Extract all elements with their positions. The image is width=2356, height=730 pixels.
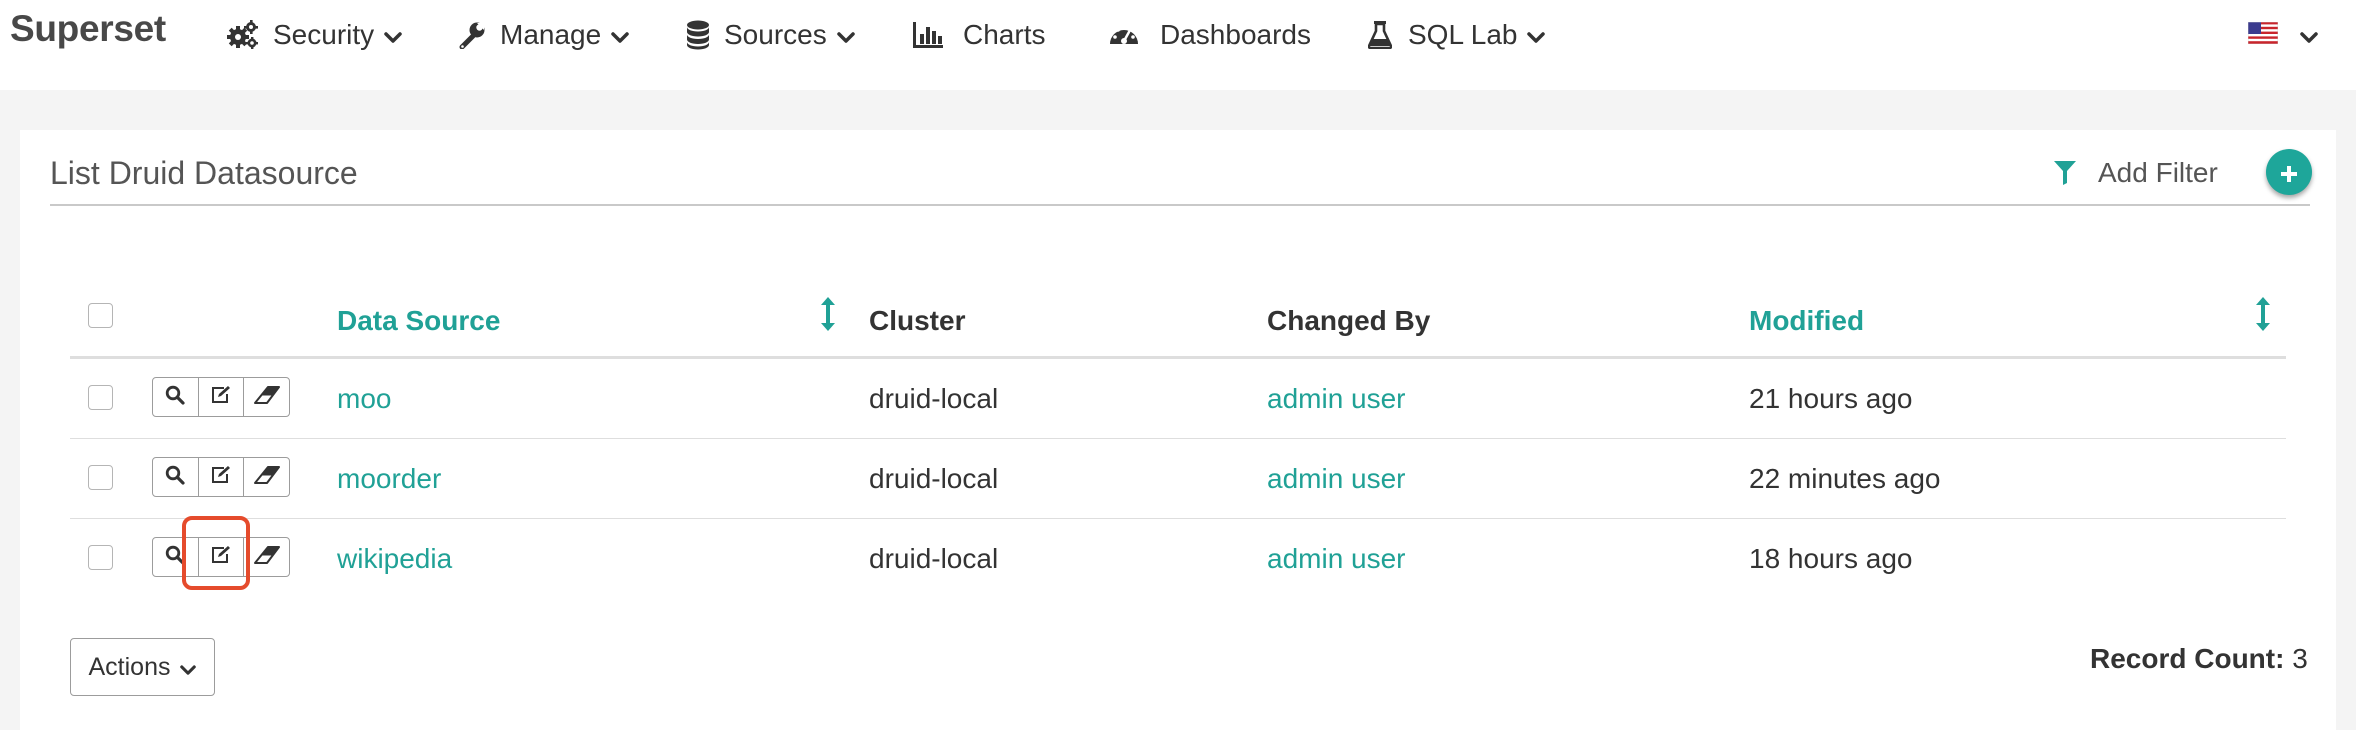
filter-icon <box>2054 161 2076 185</box>
top-navbar: Superset Security Manage Sources Charts … <box>0 0 2356 90</box>
edit-record-button[interactable] <box>199 458 245 496</box>
show-record-button[interactable] <box>153 458 199 496</box>
nav-sources[interactable]: Sources <box>686 17 855 53</box>
nav-manage[interactable]: Manage <box>458 17 629 53</box>
datasource-link[interactable]: wikipedia <box>337 543 452 575</box>
dashboard-gauge-icon <box>1108 22 1140 48</box>
record-count: Record Count: 3 <box>2090 643 2308 675</box>
sort-icon[interactable] <box>2255 297 2271 336</box>
flask-icon <box>1368 21 1392 49</box>
column-header-data-source[interactable]: Data Source <box>337 305 500 337</box>
edit-icon <box>210 545 232 570</box>
delete-record-button[interactable] <box>244 378 289 416</box>
eraser-icon <box>253 465 280 489</box>
delete-record-button[interactable] <box>244 538 289 576</box>
cluster-cell: druid-local <box>869 383 999 414</box>
nav-manage-label: Manage <box>500 19 602 50</box>
edit-icon <box>210 465 232 490</box>
modified-cell: 18 hours ago <box>1749 543 1913 574</box>
row-divider <box>70 438 2286 439</box>
search-icon <box>165 385 185 410</box>
row-divider <box>70 518 2286 519</box>
nav-sql-lab[interactable]: SQL Lab <box>1368 17 1546 53</box>
cluster-cell: druid-local <box>869 463 999 494</box>
row-checkbox[interactable] <box>88 465 113 490</box>
modified-cell: 21 hours ago <box>1749 383 1913 414</box>
add-filter-button[interactable]: Add Filter <box>2054 155 2218 191</box>
row-action-buttons <box>152 377 290 417</box>
changed-by-link[interactable]: admin user <box>1267 463 1406 495</box>
cluster-cell: druid-local <box>869 543 999 574</box>
column-header-changed-by: Changed By <box>1267 305 1431 336</box>
row-checkbox[interactable] <box>88 385 113 410</box>
row-checkbox[interactable] <box>88 545 113 570</box>
edit-record-button[interactable] <box>199 538 245 576</box>
nav-dashboards[interactable]: Dashboards <box>1108 17 1311 53</box>
chevron-down-icon <box>180 664 197 676</box>
search-icon <box>165 545 185 570</box>
table-header-divider <box>70 356 2286 359</box>
nav-sql-lab-label: SQL Lab <box>1408 19 1518 50</box>
nav-dashboards-label: Dashboards <box>1160 19 1311 50</box>
nav-charts[interactable]: Charts <box>913 17 1045 53</box>
eraser-icon <box>253 545 280 569</box>
page-title: List Druid Datasource <box>50 155 358 191</box>
row-action-buttons <box>152 537 290 577</box>
nav-charts-label: Charts <box>963 19 1046 50</box>
chevron-down-icon <box>611 32 629 44</box>
actions-dropdown-button[interactable]: Actions <box>70 638 215 696</box>
modified-cell: 22 minutes ago <box>1749 463 1941 494</box>
title-divider <box>50 204 2310 206</box>
row-action-buttons <box>152 457 290 497</box>
bar-chart-icon <box>913 22 943 48</box>
add-record-button[interactable] <box>2266 149 2312 195</box>
brand-logo[interactable]: Superset <box>10 8 166 50</box>
column-header-modified[interactable]: Modified <box>1749 305 1864 337</box>
list-panel <box>20 130 2336 730</box>
datasource-link[interactable]: moo <box>337 383 391 415</box>
chevron-down-icon <box>836 32 855 44</box>
add-filter-label: Add Filter <box>2098 157 2218 188</box>
show-record-button[interactable] <box>153 538 199 576</box>
datasource-link[interactable]: moorder <box>337 463 441 495</box>
actions-label: Actions <box>88 652 171 681</box>
chevron-down-icon <box>384 32 402 44</box>
changed-by-link[interactable]: admin user <box>1267 383 1406 415</box>
edit-icon <box>210 385 232 410</box>
select-all-checkbox[interactable] <box>88 303 113 328</box>
database-icon <box>686 20 710 50</box>
chevron-down-icon <box>1527 32 1546 44</box>
plus-icon <box>2280 156 2298 188</box>
nav-security-label: Security <box>273 19 375 50</box>
wrench-icon <box>458 21 486 49</box>
us-flag-icon[interactable] <box>2247 21 2279 45</box>
gears-icon <box>227 20 259 50</box>
edit-record-button[interactable] <box>199 378 245 416</box>
sort-icon[interactable] <box>820 297 836 336</box>
changed-by-link[interactable]: admin user <box>1267 543 1406 575</box>
record-count-label: Record Count: <box>2090 643 2285 674</box>
column-header-cluster: Cluster <box>869 305 966 336</box>
record-count-value: 3 <box>2292 643 2308 674</box>
show-record-button[interactable] <box>153 378 199 416</box>
nav-security[interactable]: Security <box>227 17 402 53</box>
eraser-icon <box>253 385 280 409</box>
search-icon <box>165 465 185 490</box>
chevron-down-icon[interactable] <box>2300 31 2318 49</box>
delete-record-button[interactable] <box>244 458 289 496</box>
nav-sources-label: Sources <box>724 19 827 50</box>
